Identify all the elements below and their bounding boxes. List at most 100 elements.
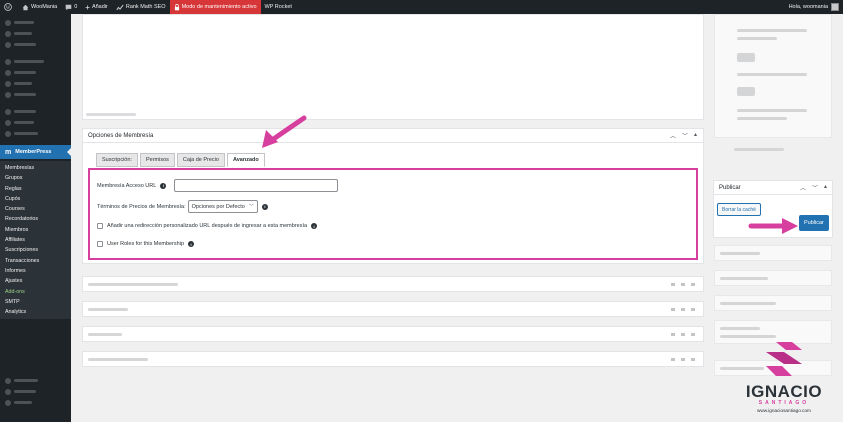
tab-suscripcion[interactable]: Suscripción: bbox=[96, 153, 138, 167]
info-icon[interactable]: i bbox=[160, 182, 167, 189]
membership-tabs: Suscripción: Permisos Caja de Precio Ava… bbox=[96, 153, 267, 167]
brand-surname: SANTIAGO bbox=[758, 400, 810, 406]
right-metabox-blurred[interactable] bbox=[714, 295, 832, 311]
publish-title: Publicar bbox=[719, 184, 741, 191]
sidebar-item-memberpress[interactable]: m MemberPress bbox=[0, 145, 71, 159]
sidebar-item-blurred[interactable] bbox=[0, 128, 71, 139]
user-roles-label: User Roles for this Membership bbox=[107, 241, 185, 247]
rank-math-icon bbox=[116, 4, 124, 10]
membership-options-box: Opciones de Membresía ︿ ﹀ ▴ Suscripción:… bbox=[82, 128, 704, 264]
submenu-item-informes[interactable]: Informes bbox=[0, 266, 71, 276]
redirect-label: Añadir una redirección personalizado URL… bbox=[107, 223, 308, 229]
chevron-down-icon[interactable]: ﹀ bbox=[812, 183, 818, 192]
right-metabox-blurred[interactable] bbox=[714, 270, 832, 286]
wp-rocket-link[interactable]: WP Rocket bbox=[261, 0, 296, 14]
rank-math-link[interactable]: Rank Math SEO bbox=[112, 0, 170, 14]
brand-name: IGNACIO bbox=[745, 382, 823, 401]
pricing-terms-value: Opciones por Defecto bbox=[191, 203, 245, 210]
chevron-down-icon: ﹀ bbox=[248, 204, 254, 210]
collapsed-metabox-blurred[interactable] bbox=[82, 326, 704, 342]
comment-icon bbox=[65, 4, 72, 10]
maintenance-mode-notice[interactable]: Modo de mantenimiento activo bbox=[169, 0, 261, 14]
publish-header: Publicar ︿ ﹀ ▴ bbox=[714, 181, 832, 195]
tab-avanzado[interactable]: Avanzado bbox=[226, 153, 265, 167]
ignacio-santiago-watermark: IGNACIO SANTIAGO www.ignaciosantiago.com bbox=[734, 340, 834, 416]
pricing-terms-select[interactable]: Opciones por Defecto ﹀ bbox=[187, 200, 258, 213]
site-name-link[interactable]: WooMania bbox=[18, 0, 61, 14]
info-icon[interactable]: i bbox=[311, 223, 318, 229]
collapse-toggle-icon[interactable]: ▴ bbox=[824, 183, 827, 192]
arrow-to-publish-button-icon bbox=[748, 218, 798, 234]
sidebar-item-blurred[interactable] bbox=[0, 78, 71, 89]
user-roles-checkbox[interactable] bbox=[97, 241, 103, 247]
chevron-down-icon[interactable]: ﹀ bbox=[682, 131, 688, 140]
site-name: WooMania bbox=[31, 4, 58, 10]
sidebar-item-blurred[interactable] bbox=[0, 28, 71, 39]
memberpress-logo-icon: m bbox=[5, 148, 12, 156]
plus-icon: + bbox=[85, 2, 90, 12]
sidebar-item-blurred[interactable] bbox=[0, 397, 71, 408]
comments-link[interactable]: 0 bbox=[61, 0, 81, 14]
comments-count: 0 bbox=[74, 4, 78, 10]
tab-caja-de-precio[interactable]: Caja de Precio bbox=[176, 153, 225, 167]
info-icon[interactable]: i bbox=[188, 241, 195, 247]
submenu-item-membresias[interactable]: Membresías bbox=[0, 163, 71, 173]
chevron-up-icon[interactable]: ︿ bbox=[800, 183, 806, 192]
collapsed-metabox-blurred[interactable] bbox=[82, 301, 704, 317]
maintenance-label: Modo de mantenimiento activo bbox=[181, 4, 257, 10]
wp-rocket-label: WP Rocket bbox=[264, 4, 292, 10]
redirect-checkbox[interactable] bbox=[97, 223, 103, 229]
submenu-item-suscripciones[interactable]: Suscripciones bbox=[0, 245, 71, 255]
word-count-blurred bbox=[86, 113, 136, 116]
greeting: Hola, woomania bbox=[788, 4, 828, 10]
sidebar-item-blurred[interactable] bbox=[0, 67, 71, 78]
avatar bbox=[831, 3, 839, 11]
sidebar-item-label: MemberPress bbox=[15, 149, 52, 155]
sidebar-item-blurred[interactable] bbox=[0, 39, 71, 50]
membership-options-title: Opciones de Membresía bbox=[88, 132, 154, 139]
info-icon[interactable]: i bbox=[261, 203, 268, 210]
access-url-input[interactable] bbox=[174, 179, 339, 192]
lock-icon bbox=[174, 3, 179, 10]
publish-button[interactable]: Publicar bbox=[799, 215, 829, 231]
submenu-item-recordatorios[interactable]: Recordatorios bbox=[0, 214, 71, 224]
submenu-item-smtp[interactable]: SMTP bbox=[0, 297, 71, 307]
content-editor[interactable] bbox=[82, 14, 704, 120]
right-metabox-blurred[interactable] bbox=[714, 245, 832, 261]
membership-options-header: Opciones de Membresía ︿ ﹀ ▴ bbox=[83, 129, 703, 143]
sidebar-item-blurred[interactable] bbox=[0, 386, 71, 397]
sidebar-item-blurred[interactable] bbox=[0, 89, 71, 100]
access-url-label: Membresía Acceso URL bbox=[97, 182, 157, 189]
submenu-item-ajustes[interactable]: Ajustes bbox=[0, 276, 71, 286]
sidebar-item-blurred[interactable] bbox=[0, 106, 71, 117]
clear-cache-button[interactable]: Borrar la caché bbox=[717, 203, 761, 216]
submenu-item-cupos[interactable]: Cupós bbox=[0, 194, 71, 204]
account-menu[interactable]: Hola, woomania bbox=[785, 0, 843, 14]
chevron-up-icon[interactable]: ︿ bbox=[670, 131, 676, 140]
wordpress-logo-icon[interactable]: W bbox=[0, 0, 18, 14]
tab-permisos[interactable]: Permisos bbox=[139, 153, 175, 167]
submenu-item-add-ons[interactable]: Add-ons bbox=[0, 287, 71, 297]
submenu-item-affiliates[interactable]: Affiliates bbox=[0, 235, 71, 245]
submenu-item-miembros[interactable]: Miembros bbox=[0, 225, 71, 235]
collapse-toggle-icon[interactable]: ▴ bbox=[694, 131, 697, 140]
sidebar-item-blurred[interactable] bbox=[0, 117, 71, 128]
sidebar-item-blurred[interactable] bbox=[0, 56, 71, 67]
add-new-link[interactable]: + Añadir bbox=[81, 0, 112, 14]
brand-logo-icon bbox=[766, 342, 802, 376]
home-icon bbox=[22, 4, 29, 10]
pricing-terms-label: Términos de Precios de Membresía: bbox=[97, 203, 186, 210]
sidebar-item-blurred[interactable] bbox=[0, 375, 71, 386]
sidebar-lower-blurred bbox=[0, 375, 71, 408]
add-new-label: Añadir bbox=[91, 4, 108, 10]
collapsed-metabox-blurred[interactable] bbox=[82, 276, 704, 292]
right-panel-blurred bbox=[714, 14, 832, 138]
sidebar-item-blurred[interactable] bbox=[0, 17, 71, 28]
submenu-item-transacciones[interactable]: Transacciones bbox=[0, 256, 71, 266]
submenu-item-grupos[interactable]: Grupos bbox=[0, 173, 71, 183]
submenu-item-analytics[interactable]: Analytics bbox=[0, 307, 71, 317]
collapsed-metabox-blurred[interactable] bbox=[82, 351, 704, 367]
submenu-item-courses[interactable]: Courses bbox=[0, 204, 71, 214]
brand-url: www.ignaciosantiago.com bbox=[757, 408, 811, 413]
submenu-item-reglas[interactable]: Reglas bbox=[0, 184, 71, 194]
